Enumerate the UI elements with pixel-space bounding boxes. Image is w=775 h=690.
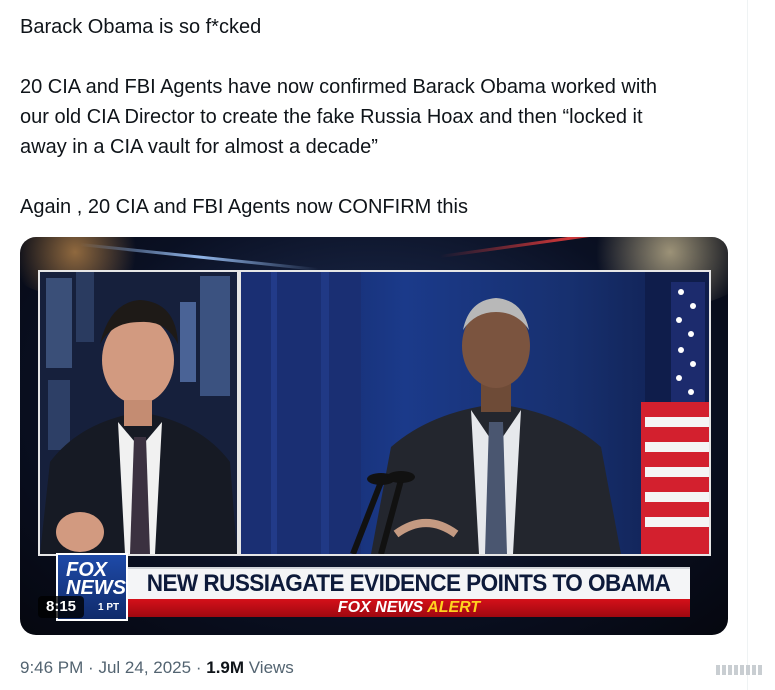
views-label: Views	[248, 658, 294, 677]
host-video-panel	[38, 270, 239, 556]
chyron-alert-prefix: FOX NEWS	[337, 599, 424, 616]
host-figure	[40, 272, 237, 554]
tweet-time[interactable]: 9:46 PM	[20, 658, 83, 677]
tweet-meta: 9:46 PM · Jul 24, 2025 · 1.9M Views	[20, 658, 294, 678]
video-duration-badge: 8:15	[38, 596, 85, 618]
video-player[interactable]: NEW RUSSIAGATE EVIDENCE POINTS TO OBAMA …	[20, 237, 728, 635]
views-count: 1.9M	[206, 658, 245, 677]
more-options-icon[interactable]	[716, 661, 766, 679]
tweet-line-5: Again , 20 CIA and FBI Agents now CONFIR…	[20, 196, 468, 218]
chyron-headline-bar: NEW RUSSIAGATE EVIDENCE POINTS TO OBAMA	[128, 567, 690, 599]
tweet-line-2: 20 CIA and FBI Agents have now confirmed…	[20, 76, 657, 98]
tweet-line-3: our old CIA Director to create the fake …	[20, 106, 643, 128]
speaker-video-panel	[239, 270, 711, 556]
tweet-date[interactable]: Jul 24, 2025	[98, 658, 191, 677]
chyron-alert-bar: FOX NEWS ALERT	[128, 599, 690, 617]
logo-time-text: 1 PT	[98, 602, 120, 613]
tweet-line-4: away in a CIA vault for almost a decade”	[20, 136, 378, 158]
column-divider	[747, 0, 748, 690]
meta-separator: ·	[195, 658, 202, 677]
chyron-alert-word: ALERT	[427, 599, 481, 616]
tweet-text: Barack Obama is so f*cked 20 CIA and FBI…	[20, 12, 730, 222]
speaker-figure	[241, 272, 709, 554]
chyron-headline: NEW RUSSIAGATE EVIDENCE POINTS TO OBAMA	[147, 570, 671, 597]
meta-separator: ·	[88, 658, 94, 677]
tweet-line-1: Barack Obama is so f*cked	[20, 16, 262, 38]
